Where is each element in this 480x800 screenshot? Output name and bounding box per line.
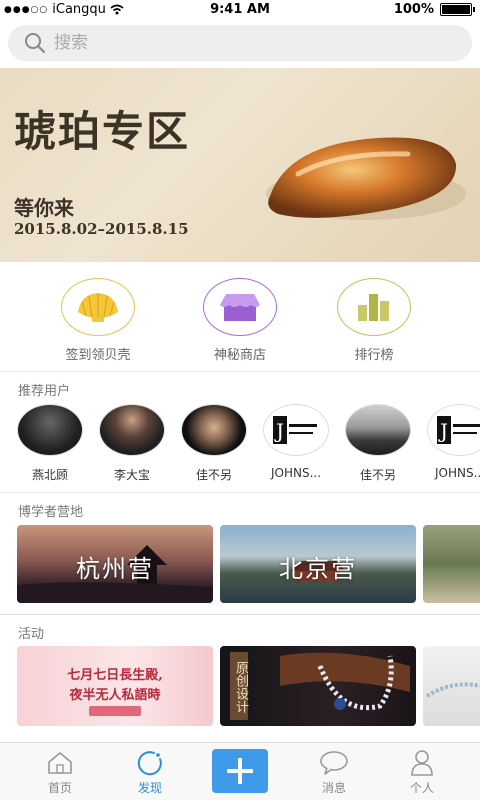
divider <box>0 614 480 615</box>
search-icon <box>25 33 46 54</box>
banner-subtitle: 等你来 <box>14 196 74 220</box>
camp-card-partial[interactable] <box>423 525 480 603</box>
activity-tag <box>89 706 141 716</box>
user-name: JOHNS... <box>270 466 322 480</box>
tab-label: 首页 <box>47 781 72 795</box>
quick-entry-label: 排行榜 <box>354 348 394 363</box>
quick-entries: 签到领贝壳 神秘商店 排行榜 <box>0 262 480 372</box>
avatar <box>99 404 165 456</box>
plus-icon <box>227 758 253 784</box>
banner-date-range: 2015.8.02–2015.8.15 <box>14 220 189 238</box>
user-name: 佳不另 <box>359 468 396 482</box>
search-input[interactable] <box>54 33 434 53</box>
camp-card-beijing[interactable]: 北京营 <box>220 525 416 603</box>
camp-card-hangzhou[interactable]: 杭州营 <box>17 525 213 603</box>
johnson-logo-icon: J <box>437 416 480 444</box>
avatar <box>17 404 83 456</box>
camp-name: 杭州营 <box>76 555 154 583</box>
tab-messages[interactable]: 消息 <box>294 749 374 796</box>
activities-list: 七月七日長生殿, 夜半无人私語時 原创设计 <box>0 646 480 726</box>
activity-card-partial[interactable] <box>423 646 480 726</box>
tab-label: 个人 <box>409 781 434 795</box>
promo-banner[interactable]: 琥珀专区 等你来 2015.8.02–2015.8.15 <box>0 68 480 262</box>
user-name: 佳不另 <box>195 468 232 482</box>
quick-entry-label: 签到领贝壳 <box>65 348 131 363</box>
section-title-recommended-users: 推荐用户 <box>18 384 71 399</box>
home-icon <box>20 749 100 777</box>
tab-bar: 首页 发现 消息 个人 <box>0 742 480 800</box>
battery-icon <box>440 3 475 16</box>
search-bar-container <box>0 20 480 68</box>
ranking-icon <box>337 278 411 336</box>
shell-icon <box>61 278 135 336</box>
user-card[interactable]: 佳不另 <box>172 404 256 483</box>
user-card[interactable]: J JOHNS... <box>254 404 338 480</box>
divider <box>0 492 480 493</box>
user-name: 李大宝 <box>113 468 150 482</box>
johnson-logo-icon: J <box>273 416 317 444</box>
message-icon <box>294 749 374 777</box>
user-card[interactable]: 李大宝 <box>90 404 174 483</box>
banner-title: 琥珀专区 <box>14 107 191 156</box>
user-name: 燕北顾 <box>31 468 68 482</box>
avatar: J <box>263 404 329 456</box>
quick-entry-label: 神秘商店 <box>213 348 266 363</box>
tab-label: 发现 <box>137 781 162 795</box>
avatar <box>345 404 411 456</box>
search-bar[interactable] <box>8 25 472 61</box>
tab-label: 消息 <box>321 781 346 795</box>
battery-percent: 100% <box>393 2 434 17</box>
tab-home[interactable]: 首页 <box>20 749 100 796</box>
bracelet-illustration <box>425 682 480 698</box>
quick-entry-checkin[interactable]: 签到领贝壳 <box>38 278 158 363</box>
avatar: J <box>427 404 480 456</box>
amber-illustration <box>266 137 466 220</box>
section-title-camps: 博学者营地 <box>18 505 84 520</box>
discover-icon <box>110 749 190 777</box>
quick-entry-ranking[interactable]: 排行榜 <box>314 278 434 363</box>
activity-line1: 七月七日長生殿, <box>67 668 163 683</box>
camps-list: 杭州营 北京营 <box>0 525 480 603</box>
recommended-users-list: 燕北顾 李大宝 佳不另 J JOHNS... 佳不另 J JOHNS. <box>0 404 480 488</box>
tab-discover[interactable]: 发现 <box>110 749 190 796</box>
avatar <box>181 404 247 456</box>
camp-name: 北京营 <box>279 555 357 583</box>
user-card[interactable]: J JOHNS... <box>418 404 480 480</box>
activity-card-qixi[interactable]: 七月七日長生殿, 夜半无人私語時 <box>17 646 213 726</box>
discover-screen: ●●●○○ iCangqu 9:41 AM 100% 琥珀专区 等你来 2015 <box>0 0 480 800</box>
activity-card-original-design[interactable]: 原创设计 <box>220 646 416 726</box>
svg-text:J: J <box>274 419 284 443</box>
quick-entry-shop[interactable]: 神秘商店 <box>180 278 300 363</box>
user-card[interactable]: 燕北顾 <box>8 404 92 483</box>
user-card[interactable]: 佳不另 <box>336 404 420 483</box>
tab-profile[interactable]: 个人 <box>382 749 462 796</box>
user-name: JOHNS... <box>434 466 480 480</box>
status-bar: ●●●○○ iCangqu 9:41 AM 100% <box>0 0 480 20</box>
svg-text:J: J <box>438 419 448 443</box>
shop-icon <box>203 278 277 336</box>
necklace-illustration <box>280 652 410 711</box>
activity-line2: 夜半无人私語時 <box>69 688 161 703</box>
profile-icon <box>382 749 462 777</box>
section-title-activities: 活动 <box>18 627 45 642</box>
create-post-button[interactable] <box>212 749 268 793</box>
